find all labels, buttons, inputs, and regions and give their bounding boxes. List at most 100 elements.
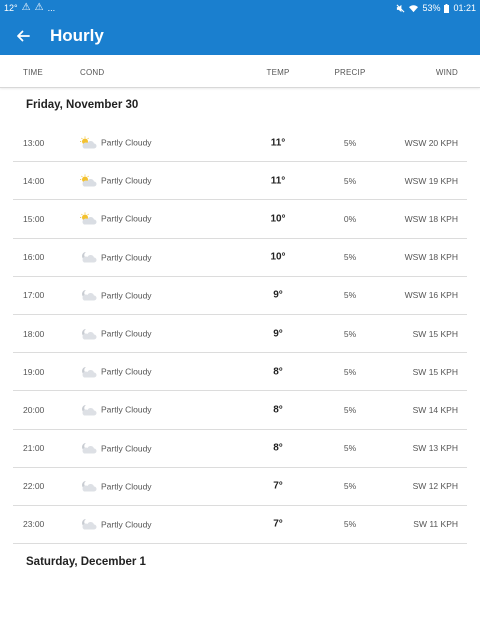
row-condition: Partly Cloudy <box>79 518 152 531</box>
partly-cloudy-day-icon <box>79 174 97 187</box>
row-condition-label: Partly Cloudy <box>101 213 152 224</box>
row-time: 19:00 <box>23 366 45 377</box>
partly-cloudy-day-icon <box>79 136 97 149</box>
row-condition-label: Partly Cloudy <box>101 443 152 454</box>
row-condition-label: Partly Cloudy <box>101 175 152 186</box>
row-temperature: 8° <box>273 442 283 454</box>
row-wind: WSW 18 KPH <box>404 213 458 224</box>
partly-cloudy-day-icon <box>79 212 97 225</box>
row-time: 23:00 <box>23 519 45 530</box>
row-wind: WSW 18 KPH <box>404 252 458 263</box>
row-wind: WSW 20 KPH <box>404 137 458 148</box>
partly-cloudy-night-icon <box>79 442 97 455</box>
app-bar: Hourly <box>0 16 480 55</box>
page-title: Hourly <box>50 25 104 45</box>
row-condition-label: Partly Cloudy <box>101 404 152 415</box>
hourly-row[interactable]: 15:00 Partly Cloudy 10° 0% WSW 18 KPH <box>13 200 467 239</box>
row-condition: Partly Cloudy <box>79 403 152 416</box>
row-temperature: 8° <box>273 366 283 378</box>
row-condition: Partly Cloudy <box>79 327 152 340</box>
row-wind: SW 15 KPH <box>412 328 458 339</box>
row-time: 20:00 <box>23 404 45 415</box>
hourly-row[interactable]: 18:00 Partly Cloudy 9° 5% SW 15 KPH <box>13 315 467 354</box>
row-condition: Partly Cloudy <box>79 212 152 225</box>
row-condition: Partly Cloudy <box>79 174 152 187</box>
wifi-icon <box>409 4 419 13</box>
row-condition: Partly Cloudy <box>79 289 152 302</box>
column-header-cond: COND <box>80 68 105 77</box>
partly-cloudy-night-icon <box>79 289 97 302</box>
hourly-row[interactable]: 17:00 Partly Cloudy 9° 5% WSW 16 KPH <box>13 277 467 315</box>
row-condition: Partly Cloudy <box>79 480 152 493</box>
row-wind: SW 13 KPH <box>412 443 458 454</box>
hourly-row[interactable]: 13:00 Partly Cloudy 11° 5% WSW 20 KPH <box>13 124 467 163</box>
row-wind: WSW 16 KPH <box>404 290 458 301</box>
row-precipitation: 5% <box>343 137 357 148</box>
row-time: 13:00 <box>23 137 45 148</box>
column-header-temp: TEMP <box>266 68 290 77</box>
row-temperature: 11° <box>270 137 286 149</box>
row-time: 14:00 <box>23 175 45 186</box>
hourly-row[interactable]: 23:00 Partly Cloudy 7° 5% SW 11 KPH <box>13 506 467 545</box>
row-time: 17:00 <box>23 290 45 301</box>
row-time: 18:00 <box>23 328 45 339</box>
row-precipitation: 5% <box>343 175 357 186</box>
row-wind: SW 11 KPH <box>413 519 458 530</box>
row-precipitation: 5% <box>343 366 357 377</box>
row-precipitation: 5% <box>343 252 357 263</box>
hourly-row[interactable]: 14:00 Partly Cloudy 11° 5% WSW 19 KPH <box>13 162 467 201</box>
status-temperature: 12° <box>4 3 18 13</box>
partly-cloudy-night-icon <box>79 251 97 264</box>
row-condition-label: Partly Cloudy <box>101 481 152 492</box>
row-time: 16:00 <box>23 252 45 263</box>
arrow-left-icon <box>17 30 30 41</box>
row-temperature: 10° <box>270 251 286 263</box>
row-temperature: 7° <box>273 480 283 492</box>
row-precipitation: 5% <box>343 328 357 339</box>
row-precipitation: 5% <box>343 443 357 454</box>
row-temperature: 7° <box>273 518 283 530</box>
row-precipitation: 5% <box>343 481 357 492</box>
back-button[interactable] <box>0 16 46 55</box>
hourly-row[interactable]: 22:00 Partly Cloudy 7° 5% SW 12 KPH <box>13 468 467 506</box>
row-temperature: 8° <box>273 404 283 416</box>
partly-cloudy-night-icon <box>79 480 97 493</box>
hourly-row[interactable]: 20:00 Partly Cloudy 8° 5% SW 14 KPH <box>13 391 467 430</box>
hourly-row[interactable]: 16:00 Partly Cloudy 10° 5% WSW 18 KPH <box>13 239 467 277</box>
battery-percent: 53% <box>422 3 441 13</box>
row-condition: Partly Cloudy <box>79 136 152 149</box>
status-more: ... <box>47 3 56 13</box>
row-temperature: 9° <box>273 328 283 340</box>
row-precipitation: 5% <box>343 519 357 530</box>
mute-icon <box>396 4 405 13</box>
partly-cloudy-night-icon <box>79 327 97 340</box>
column-header-time: TIME <box>23 68 43 77</box>
hourly-row[interactable]: 21:00 Partly Cloudy 8° 5% SW 13 KPH <box>13 430 467 468</box>
row-condition: Partly Cloudy <box>79 442 152 455</box>
row-precipitation: 0% <box>343 213 357 224</box>
status-bar: 12° ⚠ ⚠ ... 53% 01:21 <box>0 0 480 16</box>
row-temperature: 11° <box>270 175 286 187</box>
row-condition: Partly Cloudy <box>79 251 152 264</box>
hourly-list: 13:00 Partly Cloudy 11° 5% WSW 20 KPH 14:00 Pa… <box>13 124 467 545</box>
row-time: 21:00 <box>23 443 45 454</box>
column-header-precip: PRECIP <box>334 68 366 77</box>
battery-icon <box>444 3 450 13</box>
warning-icon: ⚠ <box>21 2 31 13</box>
warning-icon: ⚠ <box>34 2 44 13</box>
row-condition-label: Partly Cloudy <box>101 290 152 301</box>
partly-cloudy-night-icon <box>79 518 97 531</box>
row-time: 15:00 <box>23 213 45 224</box>
column-header-wind: WIND <box>435 68 458 77</box>
row-time: 22:00 <box>23 481 45 492</box>
row-condition: Partly Cloudy <box>79 365 152 378</box>
row-condition-label: Partly Cloudy <box>101 519 152 530</box>
column-header-row: TIME COND TEMP PRECIP WIND <box>0 55 480 88</box>
hourly-row[interactable]: 19:00 Partly Cloudy 8° 5% SW 15 KPH <box>13 353 467 392</box>
row-wind: WSW 19 KPH <box>404 175 458 186</box>
day-header: Friday, November 30 <box>26 99 139 111</box>
day-header: Saturday, December 1 <box>26 556 146 568</box>
row-condition-label: Partly Cloudy <box>101 252 152 263</box>
row-temperature: 9° <box>273 289 283 301</box>
row-wind: SW 15 KPH <box>412 366 458 377</box>
